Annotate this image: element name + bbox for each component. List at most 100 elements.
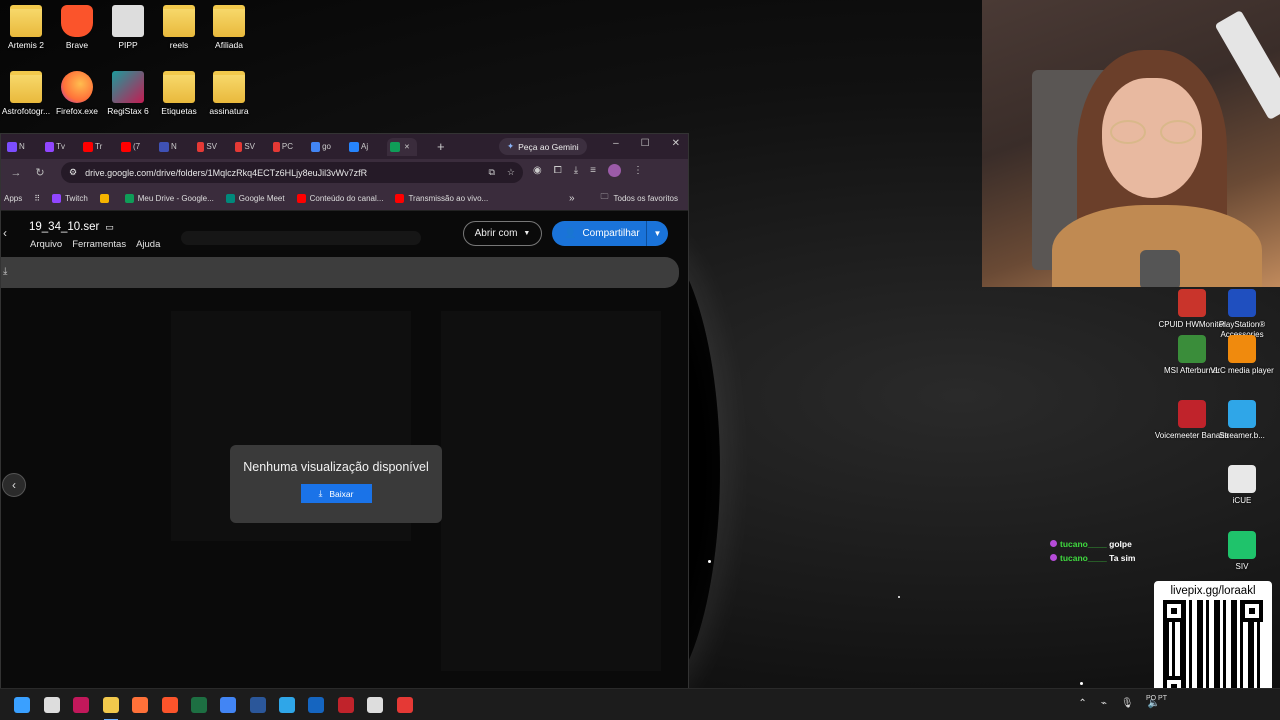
all-bookmarks-label: Todos os favoritos <box>613 193 678 203</box>
desktop-icon-label: Afiliada <box>215 40 243 50</box>
minimize-button[interactable]: – <box>613 138 619 149</box>
viewer-header: ‹ 19_34_10.ser ▭ Arquivo Ferramentas Aju… <box>1 211 688 256</box>
browser-tab[interactable]: (7 <box>121 138 141 156</box>
download-icon[interactable]: ⤓ <box>3 266 7 277</box>
bookmark-item[interactable]: Conteúdo do canal... <box>296 193 383 203</box>
share-dropdown-icon[interactable]: ▼ <box>646 221 668 246</box>
desktop-app-icon[interactable]: VLC media player <box>1203 335 1280 376</box>
close-window-button[interactable]: ✕ <box>672 138 680 149</box>
share-button[interactable]: 👤 Compartilhar ▼ <box>552 221 668 246</box>
bookmark-item[interactable]: Meu Drive - Google... <box>124 193 214 203</box>
desktop-app-icon[interactable]: PlayStation® Accessories <box>1203 289 1280 339</box>
maximize-button[interactable]: ☐ <box>641 138 650 149</box>
taskbar-search-icon[interactable] <box>44 697 60 713</box>
bookmark-item[interactable]: Transmissão ao vivo... <box>395 193 488 203</box>
site-info-icon[interactable]: ⚙ <box>69 167 77 178</box>
browser-tab[interactable]: SV <box>235 138 255 156</box>
extensions-puzzle-icon[interactable]: ⧠ <box>554 165 562 176</box>
chat-username: tucano____ <box>1060 539 1107 549</box>
browser-tab[interactable]: ✕ <box>387 137 417 156</box>
reload-icon[interactable]: ↻ <box>33 166 47 179</box>
bookmarks-overflow-icon[interactable]: » <box>569 193 575 204</box>
new-tab-button[interactable]: + <box>437 139 445 154</box>
chat-overlay: tucano____ golpe tucano____ Ta sim <box>1050 537 1135 565</box>
profile-avatar[interactable] <box>608 164 621 177</box>
menu-arquivo[interactable]: Arquivo <box>30 239 62 250</box>
browser-tab[interactable]: N <box>7 138 27 156</box>
all-bookmarks-button[interactable]: 🗀 Todos os favoritos <box>601 191 678 205</box>
close-tab-icon[interactable]: ✕ <box>404 143 410 151</box>
microphone-icon[interactable]: 🎙 <box>1121 698 1134 709</box>
file-menu: Arquivo Ferramentas Ajuda <box>30 239 160 250</box>
browser-tab[interactable]: Tv <box>45 138 65 156</box>
telescope <box>1214 9 1280 121</box>
browser-tab[interactable]: go <box>311 138 331 156</box>
taskbar-streamerbot-icon[interactable] <box>279 697 295 713</box>
taskbar-media-icon[interactable] <box>397 697 413 713</box>
reading-list-icon[interactable]: ≡ <box>590 165 596 176</box>
desktop-icon-label: iCUE <box>1232 496 1252 505</box>
gemini-button[interactable]: ✦ Peça ao Gemini <box>499 138 587 155</box>
download-icon[interactable]: ⤓ <box>574 165 578 176</box>
taskbar-file-explorer-icon[interactable] <box>103 697 119 713</box>
bookmark-item[interactable]: Twitch <box>52 193 88 203</box>
star <box>898 596 900 598</box>
bookmark-label: Apps <box>4 193 23 203</box>
taskbar-obs-icon[interactable] <box>367 697 383 713</box>
browser-tab[interactable]: PC <box>273 138 293 156</box>
open-with-button[interactable]: Abrir com ▼ <box>463 221 542 246</box>
taskbar-word-icon[interactable] <box>250 697 266 713</box>
network-icon[interactable]: ⌁ <box>1101 698 1107 709</box>
previous-file-button[interactable]: ‹ <box>2 473 26 497</box>
desktop-icon-icons_second-4[interactable]: assinatura <box>199 71 259 117</box>
install-app-icon[interactable]: ⧉ <box>488 167 494 178</box>
menu-ferramentas[interactable]: Ferramentas <box>72 239 126 250</box>
bookmark-item[interactable]: Apps ⠿ <box>4 194 40 203</box>
desktop-app-icon[interactable]: Streamer.b... <box>1203 400 1280 441</box>
taskbar-stream-deck-icon[interactable] <box>73 697 89 713</box>
desktop-app-icon[interactable]: SIV <box>1203 531 1280 572</box>
tray-expand-icon[interactable]: ⌃ <box>1078 698 1086 709</box>
tab-label: Aj <box>361 142 369 151</box>
tab-favicon-icon <box>7 141 17 152</box>
browser-tab[interactable]: SV <box>197 138 217 156</box>
browser-tab[interactable]: Aj <box>349 138 369 156</box>
open-with-label: Abrir com <box>474 228 518 239</box>
taskbar-chrome-icon[interactable] <box>220 697 236 713</box>
clock-language[interactable]: PO PT <box>1146 694 1167 703</box>
bookmark-star-icon[interactable]: ☆ <box>507 167 515 178</box>
tab-favicon-icon <box>159 141 169 152</box>
gemini-label: Peça ao Gemini <box>518 141 579 152</box>
taskbar-excel-icon[interactable] <box>191 697 207 713</box>
browser-tab[interactable]: Tr <box>83 138 103 156</box>
taskbar-voicemeeter-icon[interactable] <box>338 697 354 713</box>
download-button[interactable]: ⤓ Baixar <box>300 484 372 503</box>
taskbar-windows-start-icon[interactable] <box>14 697 30 713</box>
menu-kebab-icon[interactable]: ⋮ <box>633 165 643 176</box>
tab-label: Tv <box>56 142 65 151</box>
chevron-down-icon: ▼ <box>523 230 531 237</box>
bookmark-item[interactable]: Google Meet <box>225 193 285 203</box>
pipp-icon <box>112 5 144 37</box>
bookmark-label: Google Meet <box>238 193 285 203</box>
share-label: Compartilhar <box>582 228 640 239</box>
app-icon <box>1178 400 1206 428</box>
browser-tab[interactable]: N <box>159 138 179 156</box>
bookmark-favicon-icon <box>99 193 109 203</box>
taskbar-brave-icon[interactable] <box>162 697 178 713</box>
taskbar-lc-icon[interactable] <box>308 697 324 713</box>
forward-icon[interactable]: → <box>9 167 23 179</box>
folder-icon <box>213 5 245 37</box>
bookmark-item[interactable] <box>99 193 113 203</box>
chat-message: tucano____ golpe <box>1050 537 1135 551</box>
back-arrow-icon[interactable]: ‹ <box>3 226 7 240</box>
drive-viewer: ‹ 19_34_10.ser ▭ Arquivo Ferramentas Aju… <box>1 211 688 688</box>
extension-icon[interactable]: ◉ <box>533 165 542 176</box>
no-preview-message: Nenhuma visualização disponível <box>243 460 429 474</box>
desktop-app-icon[interactable]: iCUE <box>1203 465 1280 506</box>
desktop-icon-icons_top-4[interactable]: Afiliada <box>199 5 259 51</box>
taskbar-firefox-icon[interactable] <box>132 697 148 713</box>
url-field[interactable]: ⚙ drive.google.com/drive/folders/1MqlczR… <box>61 162 523 183</box>
move-folder-icon[interactable]: ▭ <box>105 222 114 233</box>
menu-ajuda[interactable]: Ajuda <box>136 239 160 250</box>
